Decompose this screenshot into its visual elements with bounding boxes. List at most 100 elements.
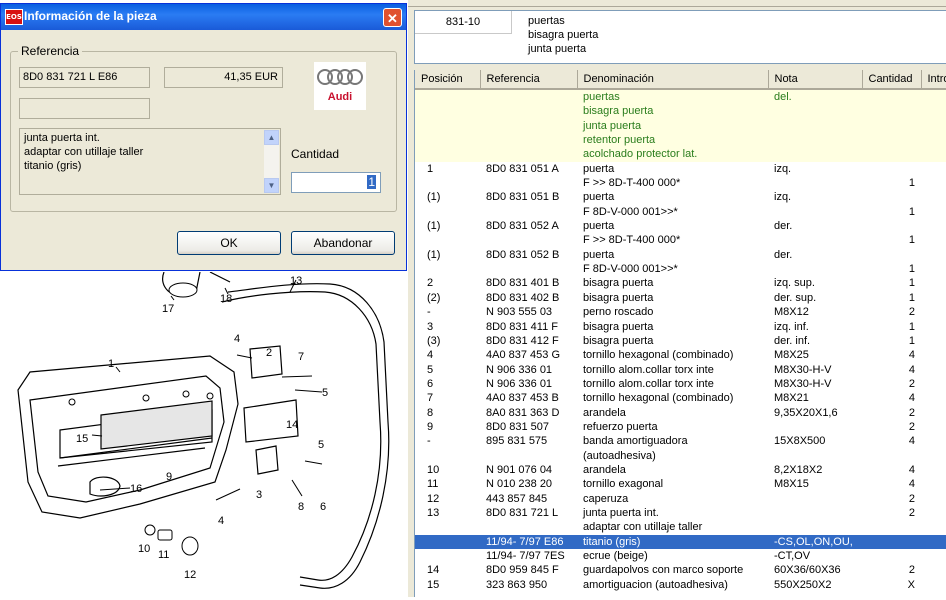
- scroll-up-button[interactable]: ▲: [264, 130, 279, 145]
- cell-position: [415, 133, 480, 148]
- parts-table: Posición Referencia Denominación Nota Ca…: [415, 70, 946, 592]
- cell-quantity: 4: [908, 478, 915, 491]
- cell-intro: [921, 233, 946, 247]
- table-row[interactable]: (1) 8D0 831 052 B puerta der.: [415, 248, 946, 262]
- table-row[interactable]: 13 8D0 831 721 L junta puerta int. 2: [415, 506, 946, 520]
- table-row[interactable]: 5 N 906 336 01 tornillo alom.collar torx i…: [415, 363, 946, 377]
- group-line: puertas: [528, 15, 565, 27]
- parts-table-container[interactable]: Posición Referencia Denominación Nota Ca…: [414, 70, 946, 597]
- close-button[interactable]: ✕: [383, 8, 402, 27]
- table-row[interactable]: F >> 8D-T-400 000* 1: [415, 176, 946, 190]
- cell-position: 10: [427, 463, 440, 476]
- table-row[interactable]: 4 4A0 837 453 G tornillo hexagonal (combin…: [415, 348, 946, 362]
- cell-quantity: 1: [908, 205, 915, 218]
- cell-quantity: 2: [908, 420, 915, 433]
- table-row[interactable]: (1) 8D0 831 051 B puerta izq.: [415, 190, 946, 204]
- cell-quantity: 4: [908, 392, 915, 405]
- table-row[interactable]: 3 8D0 831 411 F bisagra puerta izq. inf. 1: [415, 320, 946, 334]
- cell-reference: 8A0 831 363 D: [486, 406, 560, 419]
- table-row[interactable]: 7 4A0 837 453 B tornillo hexagonal (combin…: [415, 391, 946, 405]
- chevron-up-icon: ▲: [267, 133, 276, 142]
- table-row[interactable]: (2) 8D0 831 402 B bisagra puerta der. sup. 1: [415, 291, 946, 305]
- table-row[interactable]: 6 N 906 336 01 tornillo alom.collar torx i…: [415, 377, 946, 391]
- cell-denomination: tornillo hexagonal (combinado): [583, 392, 734, 405]
- table-row[interactable]: (1) 8D0 831 052 A puerta der.: [415, 219, 946, 233]
- cell-note: [768, 104, 862, 119]
- column-header-note[interactable]: Nota: [768, 70, 863, 90]
- cell-denomination: puerta: [583, 191, 615, 204]
- description-line: titanio (gris): [24, 160, 82, 172]
- group-header-row[interactable]: junta puerta: [415, 118, 946, 134]
- cell-intro: [921, 104, 946, 119]
- cell-denomination: bisagra puerta: [583, 291, 654, 304]
- cell-position: 14: [427, 564, 440, 577]
- cell-note: 550X250X2: [774, 578, 832, 591]
- cell-quantity: [862, 449, 921, 463]
- dialog-titlebar[interactable]: EOS Información de la pieza ✕: [1, 4, 406, 30]
- table-row[interactable]: F 8D-V-000 001>>* 1: [415, 205, 946, 219]
- column-header-position[interactable]: Posición: [415, 70, 481, 90]
- cell-reference: N 906 336 01: [486, 363, 553, 376]
- cell-intro: [921, 506, 946, 520]
- cell-reference: 8D0 831 052 B: [486, 248, 560, 261]
- cell-note: [768, 449, 862, 463]
- table-row[interactable]: - N 903 555 03 perno roscado M8X12 2: [415, 305, 946, 319]
- cell-quantity: 2: [908, 492, 915, 505]
- table-row[interactable]: 12 443 857 845 caperuza 2: [415, 492, 946, 506]
- table-row[interactable]: - 895 831 575 banda amortiguadora 15X8X500 4: [415, 434, 946, 448]
- group-header-row[interactable]: puertas del.: [415, 89, 946, 105]
- description-text: junta puerta int. adaptar con utillaje t…: [24, 131, 143, 173]
- cell-intro: [921, 492, 946, 506]
- group-header-row[interactable]: retentor puerta: [415, 133, 946, 148]
- cell-reference: [480, 133, 577, 148]
- column-header-reference[interactable]: Referencia: [480, 70, 578, 90]
- exploded-view-illustration[interactable]: 13 17 18 1 2 4 7 5 14 15 9 16 3 5 8 6 4 10 11 12: [0, 271, 408, 597]
- column-header-quantity[interactable]: Cantidad: [862, 70, 922, 90]
- table-row[interactable]: 8 8A0 831 363 D arandela 9,35X20X1,6 2: [415, 406, 946, 420]
- cell-note: [768, 133, 862, 148]
- ok-button[interactable]: OK: [177, 231, 281, 255]
- cell-quantity: [862, 118, 921, 134]
- cancel-button[interactable]: Abandonar: [291, 231, 395, 255]
- description-box[interactable]: junta puerta int. adaptar con utillaje t…: [19, 128, 281, 195]
- description-scrollbar[interactable]: ▲ ▼: [264, 130, 279, 193]
- callout-number: 3: [256, 489, 262, 501]
- table-row[interactable]: F 8D-V-000 001>>* 1: [415, 262, 946, 276]
- table-row[interactable]: adaptar con utillaje taller: [415, 520, 946, 534]
- cell-denomination: puerta: [583, 248, 615, 261]
- cell-quantity: [862, 549, 921, 563]
- table-row[interactable]: F >> 8D-T-400 000* 1: [415, 233, 946, 247]
- quantity-input[interactable]: 1: [291, 172, 381, 193]
- callout-number: 18: [220, 293, 232, 305]
- cell-reference: [480, 104, 577, 119]
- table-row[interactable]: 2 8D0 831 401 B bisagra puerta izq. sup. 1: [415, 276, 946, 290]
- cell-note: M8X30-H-V: [774, 377, 832, 390]
- callout-number: 8: [298, 501, 304, 513]
- cell-denomination: tornillo alom.collar torx inte: [583, 377, 714, 390]
- column-header-denomination[interactable]: Denominación: [577, 70, 769, 90]
- group-header-row[interactable]: acolchado protector lat.: [415, 147, 946, 162]
- table-row[interactable]: 9 8D0 831 507 refuerzo puerta 2: [415, 420, 946, 434]
- cell-denomination: arandela: [583, 463, 626, 476]
- callout-number: 4: [218, 515, 224, 527]
- cell-denomination: bisagra puerta: [577, 104, 768, 119]
- cell-quantity: 1: [908, 263, 915, 276]
- table-row[interactable]: (autoadhesiva): [415, 449, 946, 463]
- table-row[interactable]: 14 8D0 959 845 F guardapolvos con marco so…: [415, 563, 946, 577]
- cell-quantity: [862, 133, 921, 148]
- cell-position: [415, 520, 480, 534]
- scroll-down-button[interactable]: ▼: [264, 178, 279, 193]
- cell-reference: 4A0 837 453 B: [486, 392, 559, 405]
- table-row[interactable]: 11 N 010 238 20 tornillo exagonal M8X15 4: [415, 477, 946, 491]
- table-row[interactable]: 11/94- 7/97 7ES ecrue (beige) -CT,OV: [415, 549, 946, 563]
- callout-number: 10: [138, 543, 150, 555]
- group-header-row[interactable]: bisagra puerta: [415, 104, 946, 119]
- table-row[interactable]: 15 323 863 950 amortiguacion (autoadhesiva…: [415, 578, 946, 592]
- table-row[interactable]: 1 8D0 831 051 A puerta izq.: [415, 162, 946, 176]
- cell-quantity: 4: [908, 463, 915, 476]
- table-row-selected[interactable]: 11/94- 7/97 E86 titanio (gris) -CS,OL,ON,O…: [415, 534, 946, 549]
- table-row[interactable]: (3) 8D0 831 412 F bisagra puerta der. inf. 1: [415, 334, 946, 348]
- cell-position: [415, 549, 480, 563]
- table-row[interactable]: 10 N 901 076 04 arandela 8,2X18X2 4: [415, 463, 946, 477]
- column-header-intro[interactable]: Intro: [921, 70, 946, 90]
